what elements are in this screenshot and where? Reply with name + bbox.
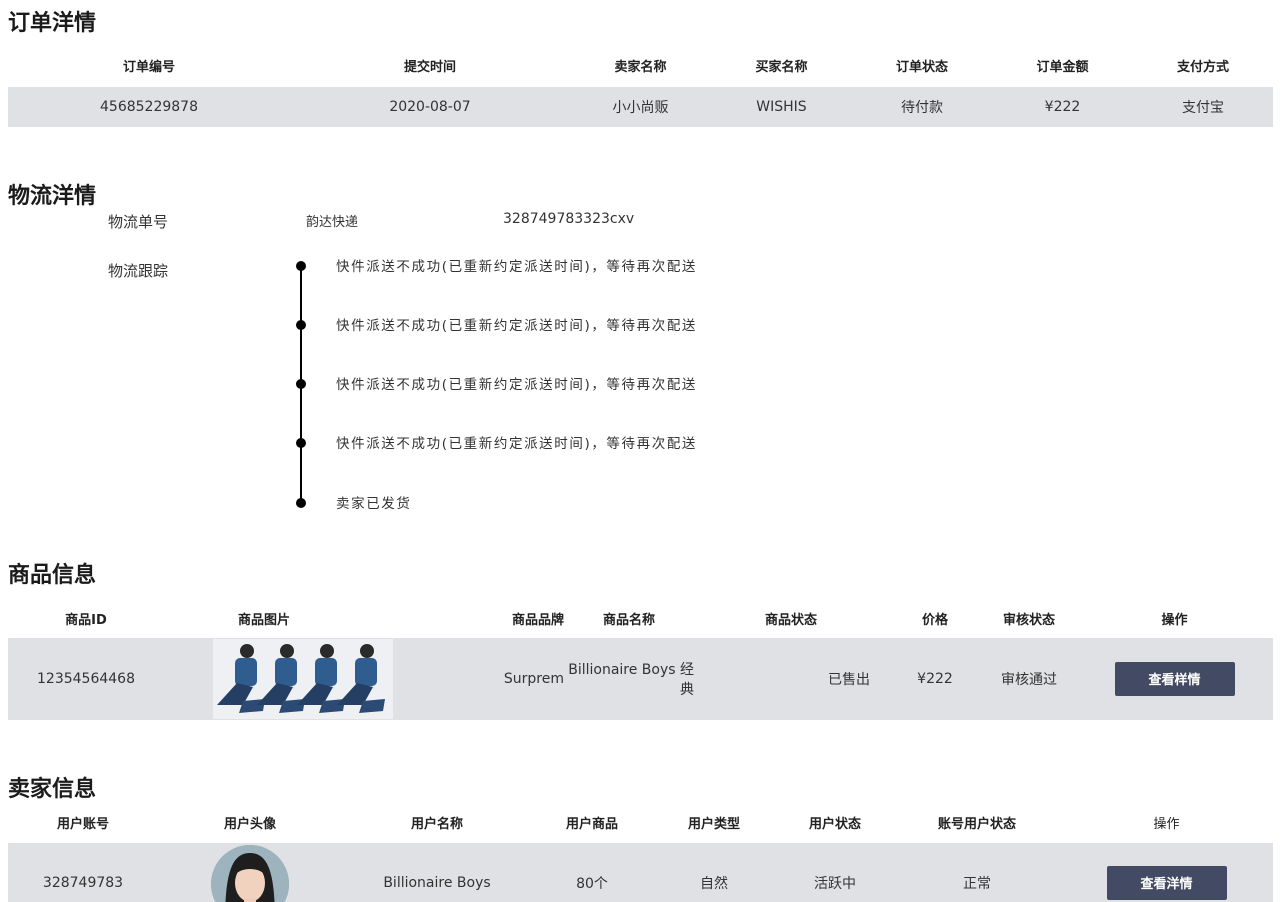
product-id: 12354564468 [8, 638, 164, 720]
product-brand: Surprem [364, 638, 564, 720]
order-amount: ¥222 [992, 87, 1133, 127]
col-seller-action: 操作 [1153, 817, 1180, 832]
timeline-event: 快件派送不成功(已重新约定派送时间)，等待再次配送 [336, 436, 698, 452]
user-goods: 80个 [532, 843, 652, 902]
user-type: 自然 [652, 843, 776, 902]
col-order-number: 订单编号 [122, 60, 175, 75]
timeline-dot [296, 261, 306, 271]
timeline-dot [296, 379, 306, 389]
table-row: 12354564468 Surprem Billionaire Boys 经典 … [8, 638, 1273, 720]
user-status: 活跃中 [776, 843, 894, 902]
timeline-dot [296, 498, 306, 508]
order-header-row: 订单编号 提交时间 卖家名称 买家名称 订单状态 订单金额 支付方式 [8, 44, 1273, 87]
account-status: 正常 [894, 843, 1060, 902]
table-row: 328749783 Billionaire Boys 80个 自然 活跃中 正常… [8, 843, 1273, 902]
timeline-event: 快件派送不成功(已重新约定派送时间)，等待再次配送 [336, 259, 698, 275]
product-table: 商品ID 商品图片 商品品牌 商品名称 商品状态 价格 审核状态 操作 1235… [8, 598, 1273, 720]
col-submit-time: 提交时间 [403, 60, 456, 75]
timeline-event: 快件派送不成功(已重新约定派送时间)，等待再次配送 [336, 318, 698, 334]
col-product-id: 商品ID [65, 612, 107, 628]
logistics-number: 328749783323cxv [503, 211, 635, 227]
product-header-row: 商品ID 商品图片 商品品牌 商品名称 商品状态 价格 审核状态 操作 [8, 598, 1273, 638]
col-user-name: 用户名称 [410, 817, 463, 832]
order-table: 订单编号 提交时间 卖家名称 买家名称 订单状态 订单金额 支付方式 45685… [8, 44, 1273, 127]
col-product-image: 商品图片 [237, 612, 290, 628]
timeline-dot [296, 320, 306, 330]
timeline-event: 快件派送不成功(已重新约定派送时间)，等待再次配送 [336, 377, 698, 393]
col-user-account: 用户账号 [56, 817, 109, 832]
order-status: 待付款 [852, 87, 992, 127]
submit-time: 2020-08-07 [290, 87, 570, 127]
logistics-tracking-label: 物流跟踪 [108, 262, 169, 280]
avatar [211, 845, 289, 902]
col-user-avatar: 用户头像 [223, 817, 276, 832]
col-product-brand: 商品品牌 [511, 612, 564, 628]
buyer-name: WISHIS [711, 87, 852, 127]
table-row: 45685229878 2020-08-07 小小尚贩 WISHIS 待付款 ¥… [8, 87, 1273, 127]
col-user-status: 用户状态 [808, 817, 861, 832]
view-product-details-button[interactable]: 查看样情 [1114, 662, 1235, 696]
page: 订单洋情 订单编号 提交时间 卖家名称 买家名称 订单状态 订单金额 支付方式 … [0, 0, 1282, 902]
col-account-status: 账号用户状态 [937, 817, 1016, 832]
logistics-number-label: 物流单号 [108, 213, 169, 231]
logistics-company: 韵达快递 [306, 215, 359, 230]
product-price: ¥222 [888, 638, 982, 720]
col-user-goods: 用户商品 [565, 817, 618, 832]
seller-table: 用户账号 用户头像 用户名称 用户商品 用户类型 用户状态 账号用户状态 操作 … [8, 802, 1273, 902]
col-user-type: 用户类型 [687, 817, 740, 832]
order-number: 45685229878 [8, 87, 290, 127]
col-product-action: 操作 [1161, 612, 1188, 628]
user-name: Billionaire Boys [342, 843, 532, 902]
col-buyer-name: 买家名称 [755, 60, 808, 75]
col-product-price: 价格 [921, 612, 948, 628]
product-image [213, 639, 393, 719]
review-status: 审核通过 [982, 638, 1076, 720]
timeline-dot [296, 438, 306, 448]
timeline-event: 卖家已发货 [336, 496, 412, 512]
product-name: Billionaire Boys 经典 [564, 638, 694, 720]
order-section-title: 订单洋情 [8, 11, 97, 36]
col-product-status: 商品状态 [764, 612, 817, 628]
user-account: 328749783 [8, 843, 158, 902]
logistics-section-title: 物流洋情 [8, 184, 97, 209]
product-section-title: 商品信息 [8, 563, 97, 588]
product-status: 已售出 [694, 638, 888, 720]
col-order-status: 订单状态 [895, 60, 948, 75]
col-order-amount: 订单金额 [1036, 60, 1089, 75]
col-review-status: 审核状态 [1002, 612, 1055, 628]
col-product-name: 商品名称 [602, 612, 655, 628]
seller-header-row: 用户账号 用户头像 用户名称 用户商品 用户类型 用户状态 账号用户状态 操作 [8, 802, 1273, 843]
view-seller-details-button[interactable]: 查看洋情 [1106, 866, 1227, 900]
col-payment-method: 支付方式 [1176, 60, 1229, 75]
seller-section-title: 卖家信息 [8, 777, 97, 802]
product-photo-icon [213, 639, 393, 719]
payment-method: 支付宝 [1133, 87, 1273, 127]
seller-name: 小小尚贩 [570, 87, 711, 127]
col-seller-name: 卖家名称 [614, 60, 667, 75]
user-avatar-icon [211, 845, 289, 902]
